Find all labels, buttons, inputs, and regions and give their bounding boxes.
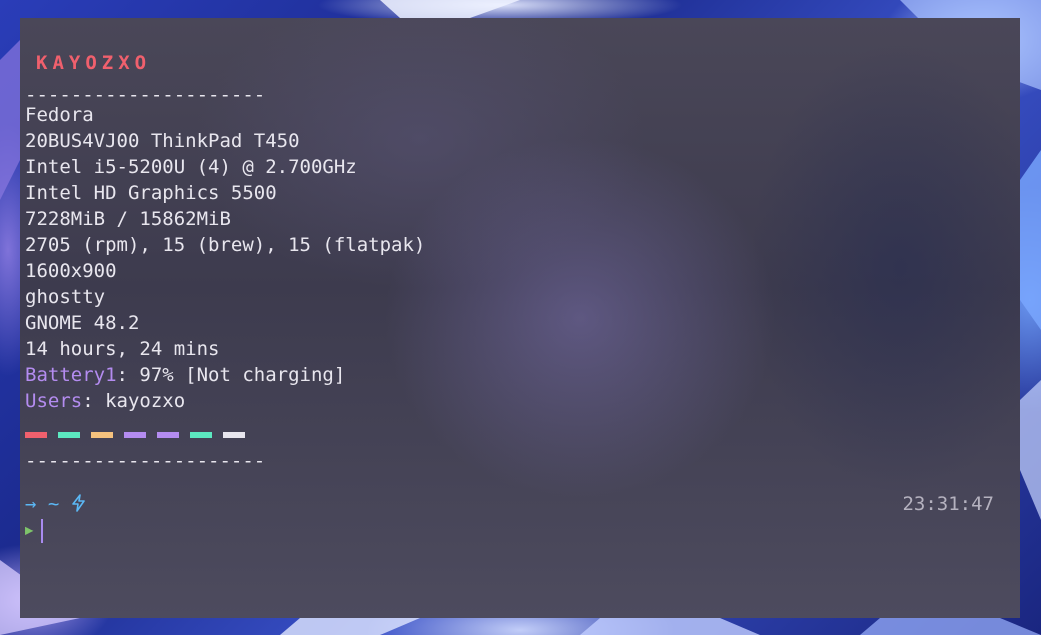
fetch-users: Users: kayozxo xyxy=(25,388,185,414)
separator-bottom: --------------------- xyxy=(25,450,266,472)
fetch-cpu: Intel i5-5200U (4) @ 2.700GHz xyxy=(25,156,357,178)
palette-swatch xyxy=(124,432,146,438)
palette-swatch xyxy=(58,432,80,438)
fetch-de: GNOME 48.2 xyxy=(25,312,140,334)
battery-key: Battery1 xyxy=(25,364,117,386)
text-cursor xyxy=(41,518,44,543)
prompt-arrow: → xyxy=(25,493,37,515)
input-line[interactable]: ▶ xyxy=(25,517,44,543)
fetch-os: Fedora xyxy=(25,104,94,126)
fetch-resolution: 1600x900 xyxy=(25,260,117,282)
fetch-memory: 7228MiB / 15862MiB xyxy=(25,208,231,230)
palette-swatch xyxy=(157,432,179,438)
fetch-gpu: Intel HD Graphics 5500 xyxy=(25,182,277,204)
fetch-battery: Battery1: 97% [Not charging] xyxy=(25,362,345,388)
fetch-uptime: 14 hours, 24 mins xyxy=(25,338,220,360)
battery-value: : 97% [Not charging] xyxy=(116,364,346,386)
fetch-terminal: ghostty xyxy=(25,286,106,308)
prompt-clock: 23:31:47 xyxy=(902,493,994,515)
users-key: Users xyxy=(25,390,83,412)
palette-swatch xyxy=(25,432,47,438)
shell-prompt: → ~ xyxy=(25,491,87,517)
lightning-icon xyxy=(72,494,85,512)
fetch-packages: 2705 (rpm), 15 (brew), 15 (flatpak) xyxy=(25,234,426,256)
palette-swatch xyxy=(190,432,212,438)
fetch-host: 20BUS4VJ00 ThinkPad T450 xyxy=(25,130,300,152)
terminal-window[interactable]: KAYOZXO --------------------- Fedora 20B… xyxy=(20,18,1020,618)
fetch-title: KAYOZXO xyxy=(36,52,152,74)
input-prompt-icon: ▶ xyxy=(25,522,34,539)
palette-swatch xyxy=(91,432,113,438)
prompt-dir: ~ xyxy=(47,493,60,515)
palette-swatch xyxy=(223,432,245,438)
users-value: : kayozxo xyxy=(82,390,186,412)
